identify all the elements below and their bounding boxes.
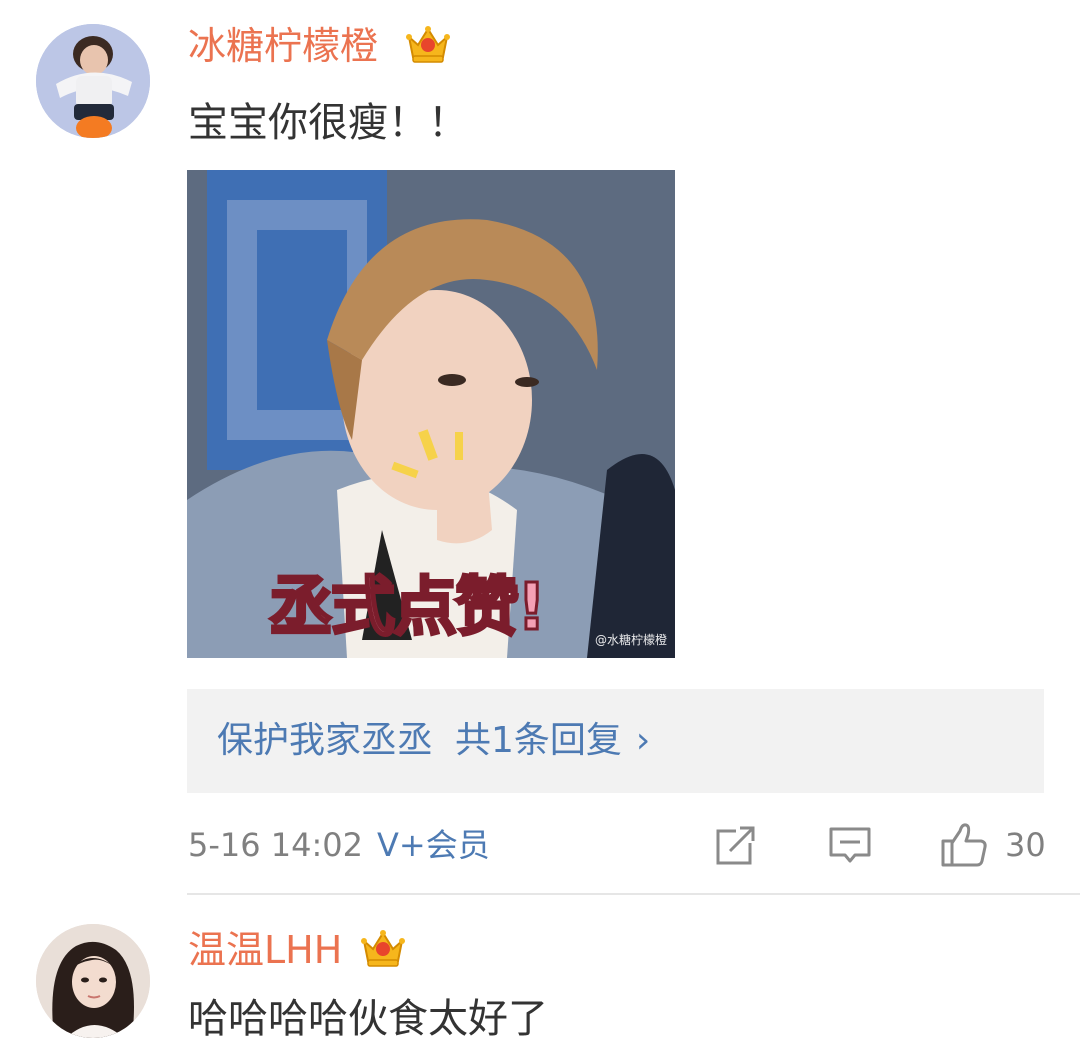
like-count: 30: [1005, 826, 1046, 864]
comment-text: 宝宝你很瘦！！: [188, 100, 468, 146]
sticker-caption: 丞式点赞!: [267, 571, 547, 646]
commenter-avatar[interactable]: [36, 924, 150, 1038]
commenter-avatar[interactable]: [36, 24, 150, 138]
reply-replier-name[interactable]: 保护我家丞丞: [217, 720, 433, 761]
sticker-watermark: @水糖柠檬橙: [594, 633, 667, 647]
comment-icon[interactable]: [828, 823, 872, 867]
thumbs-up-icon[interactable]: [940, 821, 988, 869]
comment-divider: [187, 893, 1080, 895]
chevron-right-icon: ›: [635, 720, 651, 761]
reply-summary-box[interactable]: 保护我家丞丞 共1条回复 ›: [187, 689, 1044, 793]
share-icon[interactable]: [714, 823, 758, 867]
vip-crown-icon: [360, 927, 406, 969]
comment-meta: 5-16 14:02 V+会员: [188, 823, 490, 867]
reply-summary-text[interactable]: 保护我家丞丞 共1条回复 ›: [217, 719, 650, 763]
comment-timestamp: 5-16 14:02: [188, 826, 364, 864]
commenter-username[interactable]: 温温LHH: [188, 928, 342, 972]
reply-count[interactable]: 共1条回复: [455, 720, 622, 761]
sticker-image[interactable]: 丞式点赞! @水糖柠檬橙: [187, 170, 675, 658]
member-label[interactable]: V+会员: [377, 826, 490, 864]
commenter-username[interactable]: 冰糖柠檬橙: [188, 24, 378, 68]
vip-crown-icon: [405, 23, 451, 65]
comment-text: 哈哈哈哈伙食太好了: [188, 996, 548, 1042]
